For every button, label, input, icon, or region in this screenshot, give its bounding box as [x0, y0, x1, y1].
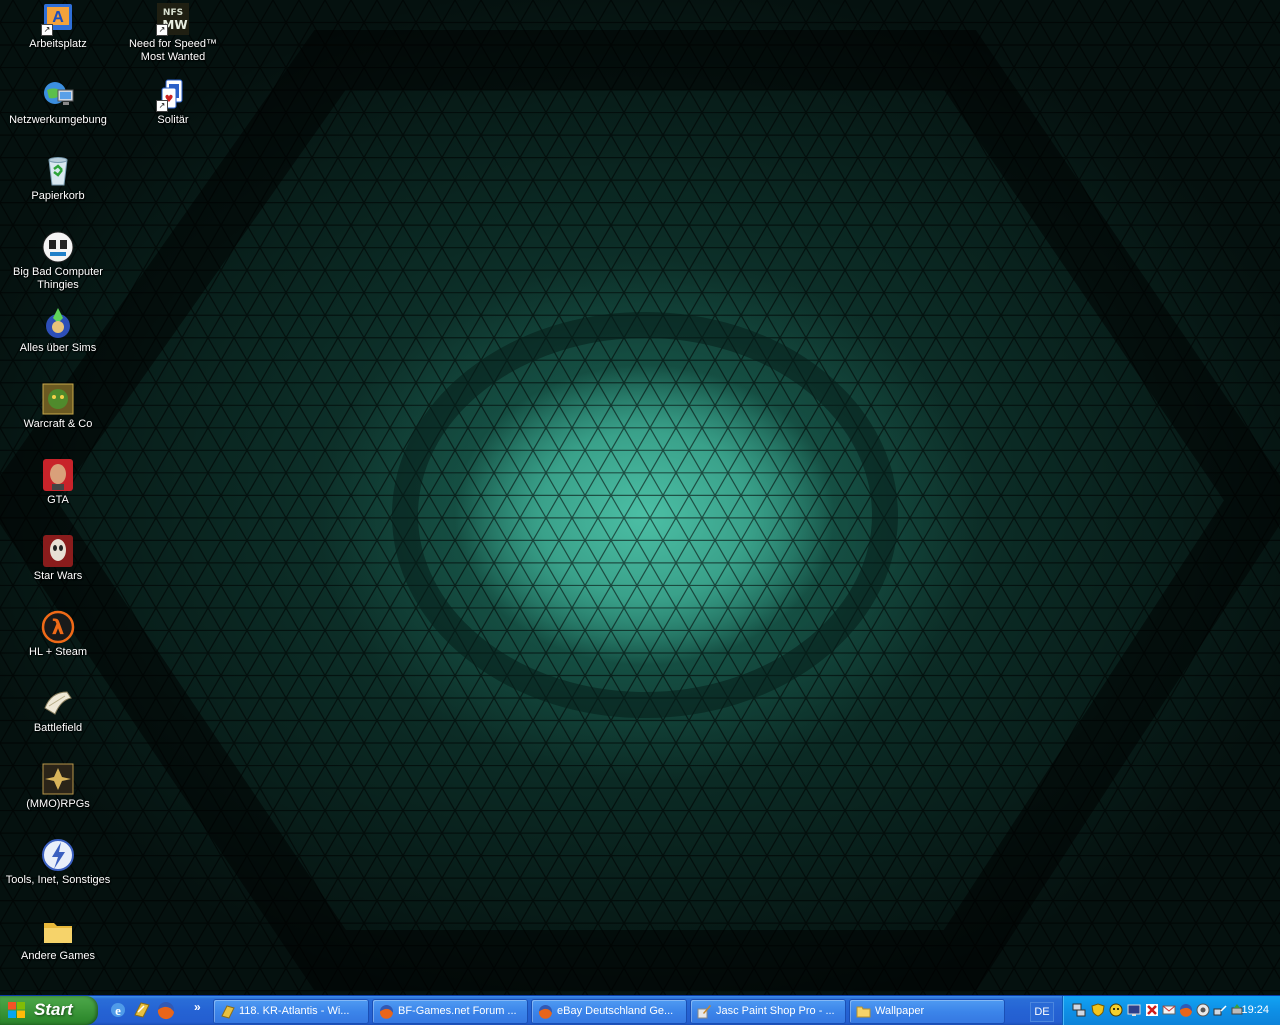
wallpaper-hexagon — [0, 29, 1280, 990]
clock[interactable]: 19:24 — [1241, 996, 1269, 1025]
quick-launch-chevron[interactable]: » — [194, 1000, 201, 1014]
steam-icon[interactable] — [1196, 1003, 1210, 1017]
desktop-icon-half-life[interactable]: λ HL + Steam — [3, 610, 113, 659]
desktop-icon-papierkorb[interactable]: Papierkorb — [3, 154, 113, 203]
security-alert-icon[interactable] — [1145, 1003, 1159, 1017]
task-label: BF-Games.net Forum ... — [398, 1005, 517, 1017]
task-label: 118. KR-Atlantis - Wi... — [239, 1005, 350, 1017]
mail-icon[interactable] — [1162, 1003, 1176, 1017]
start-label: Start — [34, 1000, 73, 1019]
icon-label: Netzwerkumgebung — [9, 114, 107, 126]
icon-label: (MMO)RPGs — [26, 798, 90, 810]
start-button[interactable]: Start — [0, 996, 98, 1025]
icon-label: Need for Speed™ Most Wanted — [128, 38, 218, 63]
desktop-icon-star-wars[interactable]: Star Wars — [3, 534, 113, 583]
desktop-icon-sims[interactable]: Alles über Sims — [3, 306, 113, 355]
icon-label: HL + Steam — [29, 646, 87, 658]
task-button-kr-atlantis[interactable]: 118. KR-Atlantis - Wi... — [213, 999, 369, 1024]
icon-label: Alles über Sims — [19, 342, 97, 354]
solitaire-icon: ♥ ↗ — [156, 78, 190, 112]
battlefield-icon — [41, 686, 75, 720]
desktop-icon-warcraft[interactable]: Warcraft & Co — [3, 382, 113, 431]
svg-text:NFS: NFS — [163, 8, 183, 18]
sims-icon — [41, 306, 75, 340]
winamp-icon[interactable] — [132, 1000, 152, 1020]
desktop-icon-battlefield[interactable]: Battlefield — [3, 686, 113, 735]
windows-flag-icon — [8, 1002, 25, 1018]
big-bad-icon — [41, 230, 75, 264]
task-label: Jasc Paint Shop Pro - ... — [716, 1005, 835, 1017]
ie-icon[interactable]: e — [108, 1000, 128, 1020]
system-tray: 19:24 — [1062, 996, 1280, 1025]
star-wars-icon — [41, 534, 75, 568]
half-life-icon: λ — [41, 610, 75, 644]
desktop[interactable]: A ↗ Arbeitsplatz Netzwerkumgebung Papier… — [0, 0, 1280, 995]
firefox-icon[interactable] — [156, 1000, 176, 1020]
nfs-icon: NFS MW ↗ — [156, 2, 190, 36]
svg-text:A: A — [52, 9, 64, 26]
icon-label: Papierkorb — [31, 190, 85, 202]
network-connection-icon[interactable] — [1213, 1003, 1227, 1017]
desktop-icon-big-bad[interactable]: Big Bad Computer Thingies — [3, 230, 113, 292]
warcraft-icon — [41, 382, 75, 416]
taskbar: Start e » 118. KR-Atlantis - Wi... BF-Ga… — [0, 995, 1280, 1025]
task-button-bf-games[interactable]: BF-Games.net Forum ... — [372, 999, 528, 1024]
icon-label: Solitär — [157, 114, 189, 126]
winamp-icon — [221, 1005, 235, 1019]
task-button-paintshop[interactable]: Jasc Paint Shop Pro - ... — [690, 999, 846, 1024]
rpg-icon — [41, 762, 75, 796]
desktop-icon-tools[interactable]: Tools, Inet, Sonstiges — [3, 838, 113, 887]
desktop-icon-rpg[interactable]: (MMO)RPGs — [3, 762, 113, 811]
network-icon[interactable] — [1072, 1003, 1086, 1017]
firefox-icon — [379, 1005, 393, 1019]
wallpaper-ring — [392, 312, 898, 718]
desktop-icon-andere-games[interactable]: Andere Games — [3, 914, 113, 963]
recycle-bin-icon — [41, 154, 75, 188]
firefox-icon[interactable] — [1179, 1003, 1193, 1017]
desktop-icon-gta[interactable]: GTA — [3, 458, 113, 507]
icon-label: Andere Games — [21, 950, 95, 962]
wallpaper — [0, 0, 1280, 995]
svg-text:λ: λ — [52, 615, 65, 639]
task-button-ebay[interactable]: eBay Deutschland Ge... — [531, 999, 687, 1024]
monitor-icon[interactable] — [1127, 1003, 1141, 1017]
paintshop-icon — [697, 1005, 711, 1019]
gta-icon — [41, 458, 75, 492]
icon-label: Arbeitsplatz — [29, 38, 87, 50]
task-label: Wallpaper — [875, 1005, 925, 1017]
shield-icon[interactable] — [1091, 1003, 1105, 1017]
icon-label: GTA — [47, 494, 69, 506]
network-globe-icon — [41, 78, 75, 112]
computer-icon: A ↗ — [41, 2, 75, 36]
tools-icon — [41, 838, 75, 872]
folder-icon — [856, 1006, 871, 1018]
icon-label: Battlefield — [33, 722, 83, 734]
desktop-icon-nfs[interactable]: NFS MW ↗ Need for Speed™ Most Wanted — [118, 2, 228, 64]
icon-label: Big Bad Computer Thingies — [13, 266, 103, 291]
icon-label: Star Wars — [33, 570, 83, 582]
icon-label: Warcraft & Co — [23, 418, 93, 430]
folder-icon — [41, 914, 75, 948]
desktop-icon-solitaer[interactable]: ♥ ↗ Solitär — [118, 78, 228, 127]
msn-icon[interactable] — [1109, 1003, 1123, 1017]
desktop-icon-arbeitsplatz[interactable]: A ↗ Arbeitsplatz — [3, 2, 113, 51]
svg-text:e: e — [115, 1003, 121, 1018]
desktop-icon-netzwerk[interactable]: Netzwerkumgebung — [3, 78, 113, 127]
icon-label: Tools, Inet, Sonstiges — [5, 874, 111, 886]
firefox-icon — [538, 1005, 552, 1019]
language-indicator[interactable]: DE — [1030, 1002, 1054, 1022]
mosaic-grid — [0, 0, 1280, 995]
task-label: eBay Deutschland Ge... — [557, 1005, 674, 1017]
task-button-wallpaper[interactable]: Wallpaper — [849, 999, 1005, 1024]
